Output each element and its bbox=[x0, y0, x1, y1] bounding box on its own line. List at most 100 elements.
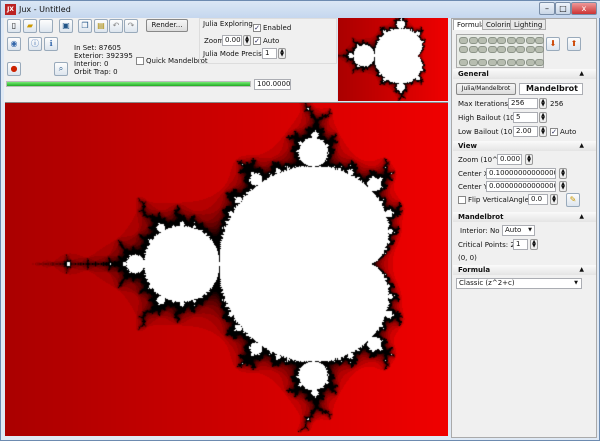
formula-preset[interactable] bbox=[497, 46, 506, 53]
undo-icon[interactable]: ↶ bbox=[109, 19, 123, 33]
angle-spinner[interactable]: ▲ ▼ bbox=[550, 194, 558, 205]
redo-icon[interactable]: ↷ bbox=[124, 19, 138, 33]
center-x-input[interactable]: 0.1000000000000000 bbox=[486, 168, 556, 179]
app-icon: JX bbox=[5, 4, 16, 15]
center-y-spinner[interactable]: ▲ ▼ bbox=[559, 181, 567, 192]
flip-vertical-label: Flip Vertical bbox=[468, 196, 509, 204]
formula-preset[interactable] bbox=[506, 59, 516, 66]
reset-view-brush-icon[interactable]: ✎ bbox=[566, 193, 580, 207]
formula-preset[interactable] bbox=[497, 37, 506, 44]
max-iterations-input[interactable]: 256 bbox=[508, 98, 538, 109]
stop-icon[interactable]: ● bbox=[7, 62, 21, 76]
formula-preset[interactable] bbox=[525, 59, 535, 66]
formula-preset[interactable] bbox=[459, 46, 468, 53]
julia-enabled-checkbox[interactable]: ✓ bbox=[253, 24, 261, 32]
save-icon[interactable]: ▣ bbox=[59, 19, 73, 33]
formula-preset[interactable] bbox=[516, 46, 525, 53]
formula-preset[interactable] bbox=[535, 46, 544, 53]
formula-preset[interactable] bbox=[478, 46, 487, 53]
open-icon[interactable]: ▰ bbox=[23, 19, 37, 33]
interior-label: Interior: No bbox=[460, 227, 500, 235]
julia-mandelbrot-button[interactable]: Julia/Mandelbrot bbox=[456, 83, 516, 95]
formula-preset[interactable] bbox=[516, 59, 525, 66]
center-y-input[interactable]: 0.0000000000000000 bbox=[486, 181, 556, 192]
low-bailout-input[interactable]: 2.00 bbox=[513, 126, 538, 137]
julia-exploring-group: Julia Exploring ✓ Enabled Zoom 0.00 ▲ ▼ ✓… bbox=[199, 18, 337, 64]
camera-icon[interactable]: ◉ bbox=[7, 37, 21, 51]
flip-vertical-checkbox[interactable] bbox=[458, 196, 466, 204]
low-bailout-auto-checkbox[interactable]: ✓ bbox=[550, 128, 558, 136]
formula-preset[interactable] bbox=[525, 37, 535, 44]
render-button[interactable]: Render... bbox=[146, 19, 188, 32]
copy-icon[interactable]: ❐ bbox=[78, 19, 92, 33]
view-section-header[interactable]: View ▲ bbox=[453, 141, 596, 151]
formula-section-header[interactable]: Formula ▲ bbox=[453, 265, 596, 275]
help-icon[interactable]: ℹ bbox=[44, 37, 58, 51]
zoom-magnifier-icon[interactable]: ⌕ bbox=[54, 62, 68, 76]
blank-button[interactable] bbox=[39, 19, 53, 33]
mode-display: Mandelbrot bbox=[519, 83, 583, 95]
close-button[interactable]: x bbox=[571, 2, 597, 15]
mandelbrot-title: Mandelbrot bbox=[458, 213, 504, 221]
julia-precision-input[interactable]: 1 bbox=[262, 48, 277, 59]
formula-preset[interactable] bbox=[525, 46, 535, 53]
julia-auto-checkbox[interactable]: ✓ bbox=[253, 37, 261, 45]
progress-bar bbox=[6, 81, 251, 87]
formula-preset[interactable] bbox=[468, 37, 478, 44]
center-x-label: Center X bbox=[458, 170, 489, 178]
max-iterations-spinner[interactable]: ▲ ▼ bbox=[539, 98, 547, 109]
high-bailout-input[interactable]: 5 bbox=[513, 112, 538, 123]
general-section-header[interactable]: General ▲ bbox=[453, 69, 596, 79]
view-zoom-spinner[interactable]: ▲ ▼ bbox=[525, 154, 533, 165]
julia-preview-thumbnail[interactable] bbox=[338, 18, 448, 101]
formula-preset[interactable] bbox=[487, 37, 497, 44]
formula-preset[interactable] bbox=[516, 37, 525, 44]
formula-preset[interactable] bbox=[459, 59, 468, 66]
critical-points-input[interactable]: 1 bbox=[513, 239, 528, 250]
center-x-spinner[interactable]: ▲ ▼ bbox=[559, 168, 567, 179]
formula-preset[interactable] bbox=[535, 37, 544, 44]
collapse-icon[interactable]: ▲ bbox=[579, 213, 584, 220]
quick-mandelbrot-checkbox[interactable] bbox=[136, 57, 144, 65]
fractal-canvas[interactable] bbox=[5, 102, 448, 436]
chevron-down-icon: ▼ bbox=[528, 227, 532, 233]
critical-points-spinner[interactable]: ▲ ▼ bbox=[530, 239, 538, 250]
load-formula-icon[interactable]: ⬇ bbox=[546, 37, 560, 51]
formula-preset[interactable] bbox=[506, 37, 516, 44]
formula-preset[interactable] bbox=[535, 59, 544, 66]
angle-input[interactable]: 0.0 bbox=[528, 194, 548, 205]
formula-preset[interactable] bbox=[468, 46, 478, 53]
formula-preset[interactable] bbox=[497, 59, 506, 66]
julia-zoom-spinner[interactable]: ▲ ▼ bbox=[243, 35, 251, 46]
high-bailout-spinner[interactable]: ▲ ▼ bbox=[539, 112, 547, 123]
formula-select[interactable]: Classic (z^2+c) ▼ bbox=[456, 278, 582, 289]
low-bailout-spinner[interactable]: ▲ ▼ bbox=[539, 126, 547, 137]
low-bailout-auto-label: Auto bbox=[560, 128, 577, 136]
formula-preset[interactable] bbox=[487, 59, 497, 66]
tab-lighting[interactable]: Lighting bbox=[510, 19, 547, 30]
info-icon[interactable]: ⓘ bbox=[28, 37, 42, 51]
app-window: JX Jux - Untitled – □ x ▯ ▰ ▣ ❐ ▤ ↶ ↷ Re… bbox=[0, 0, 600, 441]
paste-icon[interactable]: ▤ bbox=[94, 19, 108, 33]
maximize-button[interactable]: □ bbox=[555, 2, 571, 15]
new-icon[interactable]: ▯ bbox=[7, 19, 21, 33]
julia-precision-spinner[interactable]: ▲ ▼ bbox=[278, 48, 286, 59]
formula-presets-grid[interactable] bbox=[456, 34, 544, 68]
formula-preset[interactable] bbox=[468, 59, 478, 66]
formula-preset[interactable] bbox=[506, 46, 516, 53]
mandelbrot-section-header[interactable]: Mandelbrot ▲ bbox=[453, 212, 596, 222]
progress-fill bbox=[7, 82, 250, 86]
formula-preset[interactable] bbox=[478, 37, 487, 44]
collapse-icon[interactable]: ▲ bbox=[579, 70, 584, 77]
collapse-icon[interactable]: ▲ bbox=[579, 266, 584, 273]
formula-preset[interactable] bbox=[487, 46, 497, 53]
formula-preset[interactable] bbox=[478, 59, 487, 66]
interior-select[interactable]: Auto ▼ bbox=[502, 225, 535, 236]
collapse-icon[interactable]: ▲ bbox=[579, 142, 584, 149]
view-zoom-input[interactable]: 0.000 bbox=[497, 154, 522, 165]
julia-zoom-input[interactable]: 0.00 bbox=[222, 35, 242, 46]
progress-percent: 100.0000% bbox=[254, 79, 291, 90]
formula-preset[interactable] bbox=[459, 37, 468, 44]
minimize-button[interactable]: – bbox=[539, 2, 555, 15]
save-formula-icon[interactable]: ⬆ bbox=[567, 37, 581, 51]
